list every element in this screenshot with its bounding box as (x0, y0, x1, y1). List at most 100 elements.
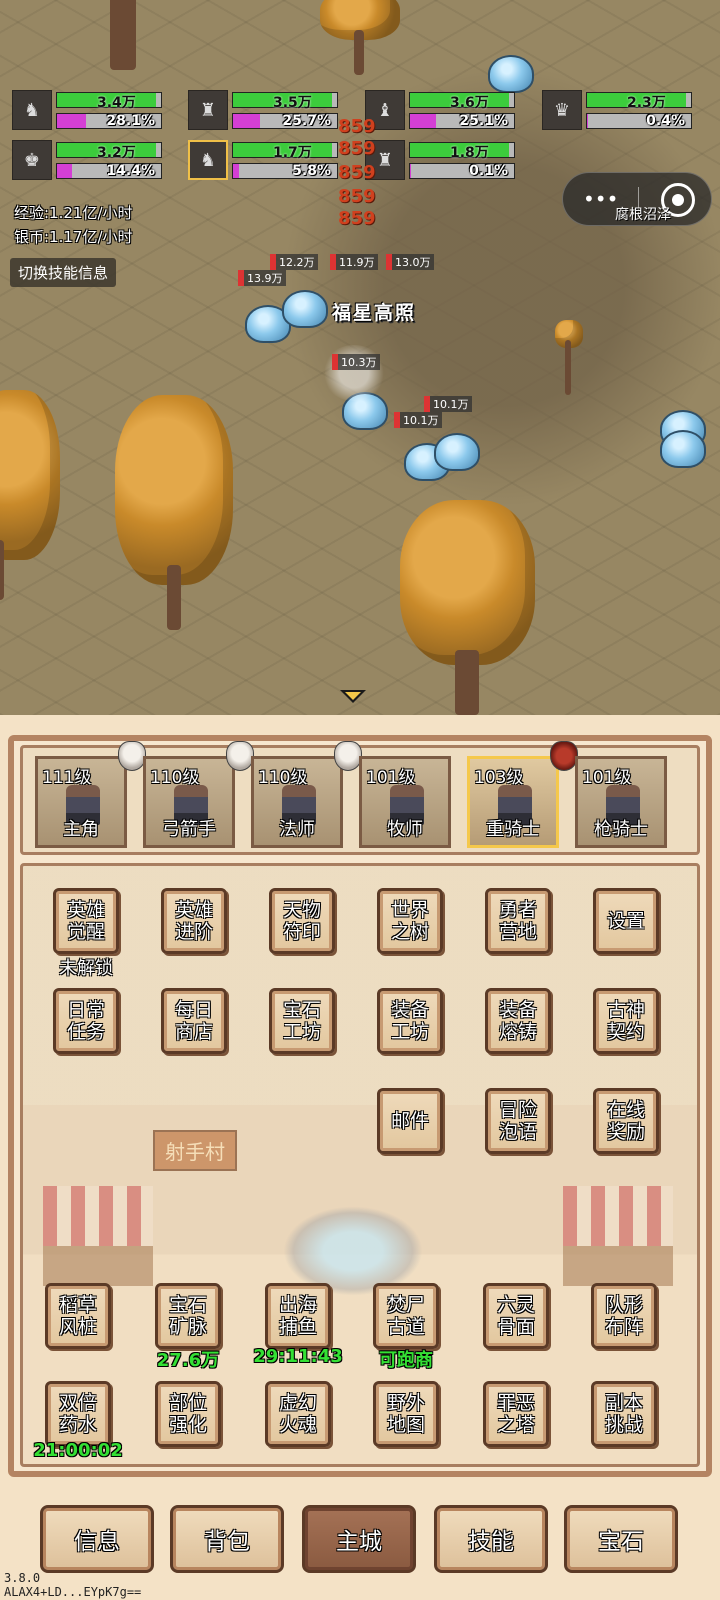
tab-skills[interactable]: 技能 (434, 1505, 548, 1573)
party-member-card[interactable]: ♚ 3.2万 14.4% (12, 140, 172, 184)
gem-workshop-button[interactable]: 宝石 工坊 (269, 988, 335, 1054)
slime-enemy[interactable] (434, 433, 480, 471)
slime-enemy[interactable] (488, 55, 534, 93)
crit-damage-number: 859 (338, 208, 376, 229)
version-number: 3.8.0 (4, 1571, 41, 1585)
slime-enemy[interactable] (282, 290, 328, 328)
toggle-skill-info-button[interactable]: 切换技能信息 (10, 258, 117, 287)
hero-card-heavy-knight[interactable]: 103级 重骑士 (467, 741, 578, 848)
equip-workshop-button[interactable]: 装备 工坊 (377, 988, 443, 1054)
world-tree-button[interactable]: 世界 之树 (377, 888, 443, 954)
gem-mine-button[interactable]: 宝石 矿脉 (155, 1283, 221, 1349)
pet-icon (118, 741, 146, 771)
party-member-card[interactable]: ♞ 1.7万 5.8% (188, 140, 348, 184)
hero-awaken-button[interactable]: 英雄 觉醒 (53, 888, 119, 954)
hero-card-lancer[interactable]: 101级 枪骑士 (575, 756, 667, 848)
hero-portrait: ♞ (188, 140, 228, 180)
adventure-bubble-button[interactable]: 冒险 泡语 (485, 1088, 551, 1154)
formation-button[interactable]: 队形 布阵 (591, 1283, 657, 1349)
tab-info[interactable]: 信息 (40, 1505, 154, 1573)
tree (115, 395, 235, 635)
party-member-card[interactable]: ♜ 3.5万 25.7% (188, 90, 348, 134)
xp-bar: 5.8% (232, 163, 338, 179)
equip-forge-button[interactable]: 装备 熔铸 (485, 988, 551, 1054)
tab-gems[interactable]: 宝石 (564, 1505, 678, 1573)
hero-portrait: ♞ (12, 90, 52, 130)
crit-damage-number: 859 (338, 162, 376, 183)
damage-number: 13.0万 (386, 254, 434, 270)
damage-number: 11.9万 (330, 254, 378, 270)
sea-fishing-button[interactable]: 出海 捕鱼 (265, 1283, 331, 1349)
party-member-card[interactable]: ♝ 3.6万 25.1% (365, 90, 525, 134)
bottom-tab-bar: 信息 背包 主城 技能 宝石 3.8.0 ALAX4+LD...EYpK7g== (0, 1477, 720, 1600)
hero-card-archer[interactable]: 110级 弓箭手 (143, 741, 254, 848)
double-potion-timer: 21:00:02 (33, 1440, 123, 1461)
silver-rate: 银币:1.17亿/小时 (14, 228, 133, 246)
client-id: ALAX4+LD...EYpK7g== (4, 1585, 142, 1599)
scroll-marker-icon (340, 690, 366, 703)
scarecrow-button[interactable]: 稻草 风桩 (45, 1283, 111, 1349)
hero-card-mage[interactable]: 110级 法师 (251, 741, 362, 848)
game-world[interactable]: ♞ 3.4万 28.1% ♜ 3.5万 25.7% ♝ 3.6万 25.1% ♛… (0, 0, 720, 715)
gem-mine-value: 27.6万 (156, 1350, 220, 1371)
hp-bar: 3.4万 (56, 92, 162, 111)
market-stall (563, 1186, 673, 1286)
slime-enemy[interactable] (660, 430, 706, 468)
mail-button[interactable]: 邮件 (377, 1088, 443, 1154)
party-member-card[interactable]: ♞ 3.4万 28.1% (12, 90, 172, 134)
field-map-button[interactable]: 野外 地图 (373, 1381, 439, 1447)
market-stall (43, 1186, 153, 1286)
evil-tower-button[interactable]: 罪恶 之塔 (483, 1381, 549, 1447)
hero-portrait: ♛ (542, 90, 582, 130)
xp-bar: 14.4% (56, 163, 162, 179)
corpse-road-button[interactable]: 焚尸 古道 (373, 1283, 439, 1349)
hero-advance-button[interactable]: 英雄 进阶 (161, 888, 227, 954)
damage-number: 10.3万 (332, 354, 380, 370)
corpse-road-status: 可跑商 (379, 1350, 433, 1371)
pet-icon (226, 741, 254, 771)
hp-bar: 2.3万 (586, 92, 692, 111)
hero-awaken-status: 未解锁 (59, 958, 113, 979)
hero-name: 重骑士 (486, 819, 540, 840)
tab-backpack[interactable]: 背包 (170, 1505, 284, 1573)
hp-bar: 1.7万 (232, 142, 338, 161)
hp-bar: 1.8万 (409, 142, 515, 161)
damage-number: 10.1万 (424, 396, 472, 412)
online-reward-button[interactable]: 在线 奖励 (593, 1088, 659, 1154)
daily-shop-button[interactable]: 每日 商店 (161, 988, 227, 1054)
party-member-card[interactable]: ♜ 1.8万 0.1% (365, 140, 525, 184)
six-spirit-mask-button[interactable]: 六灵 骨面 (483, 1283, 549, 1349)
pet-icon (334, 741, 362, 771)
phantom-soul-button[interactable]: 虚幻 火魂 (265, 1381, 331, 1447)
dungeon-challenge-button[interactable]: 副本 挑战 (591, 1381, 657, 1447)
tree (40, 0, 170, 80)
pet-icon (550, 741, 578, 771)
hero-name: 牧师 (387, 819, 423, 840)
more-menu-icon[interactable]: ••• (583, 187, 618, 211)
ancient-pact-button[interactable]: 古神 契约 (593, 988, 659, 1054)
hero-roster: 111级 主角 110级 弓箭手 110级 法师 101级 牧师 103级 重骑… (20, 741, 700, 855)
tab-main-city[interactable]: 主城 (302, 1505, 416, 1573)
artifact-seal-button[interactable]: 天物 符印 (269, 888, 335, 954)
brave-camp-button[interactable]: 勇者 营地 (485, 888, 551, 954)
crit-damage-number: 859 (338, 138, 376, 159)
part-enhance-button[interactable]: 部位 强化 (155, 1381, 221, 1447)
hero-name: 枪骑士 (594, 819, 648, 840)
hero-card-protagonist[interactable]: 111级 主角 (35, 741, 146, 848)
daily-tasks-button[interactable]: 日常 任务 (53, 988, 119, 1054)
hero-card-priest[interactable]: 101级 牧师 (359, 756, 451, 848)
settings-button[interactable]: 设置 (593, 888, 659, 954)
tree (400, 500, 540, 715)
tree (320, 0, 400, 80)
hp-bar: 3.2万 (56, 142, 162, 161)
xp-bar: 0.4% (586, 113, 692, 129)
hero-name: 主角 (63, 819, 99, 840)
buff-text: 福星高照 (332, 302, 417, 324)
exp-rate: 经验:1.21亿/小时 (14, 204, 133, 222)
tree (0, 390, 70, 610)
party-member-card[interactable]: ♛ 2.3万 0.4% (542, 90, 702, 134)
hp-bar: 3.5万 (232, 92, 338, 111)
town-menu-area: 射手村 英雄 觉醒 未解锁 英雄 进阶 天物 符印 世界 之树 勇者 营地 设置… (20, 863, 700, 1467)
double-potion-button[interactable]: 双倍 药水 (45, 1381, 111, 1447)
hero-portrait: ♚ (12, 140, 52, 180)
